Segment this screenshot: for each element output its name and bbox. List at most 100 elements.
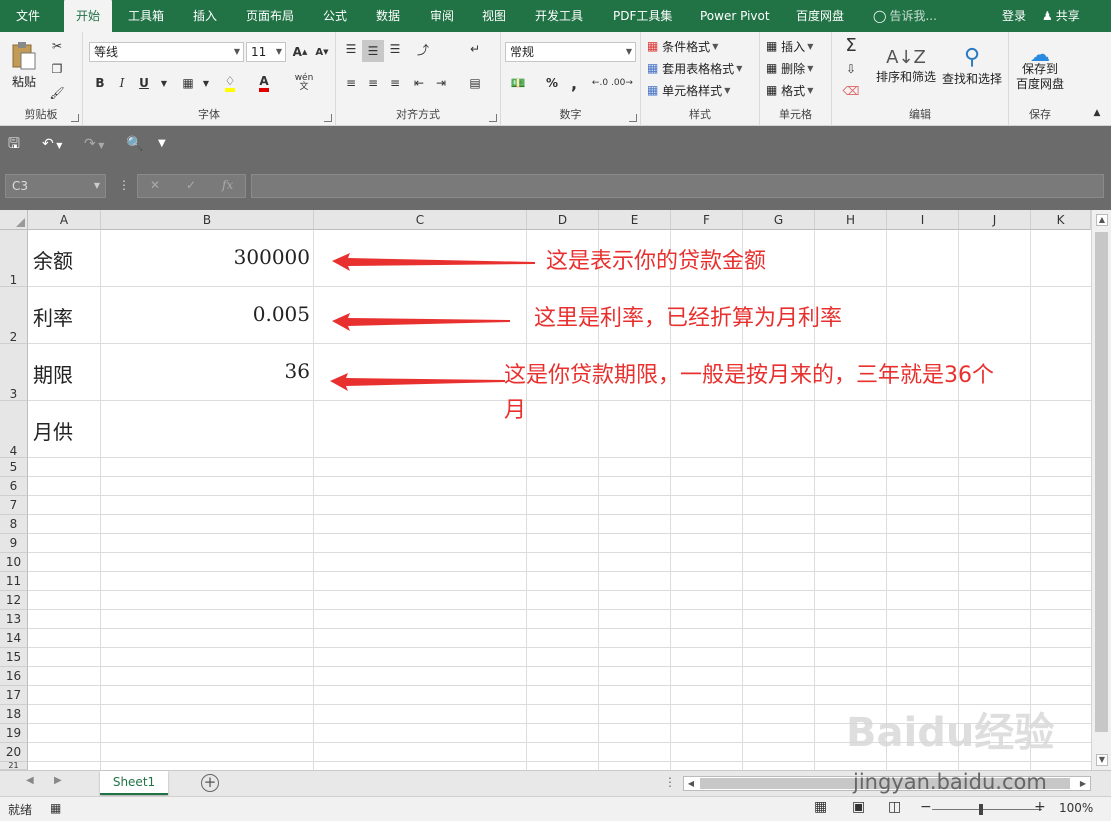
row-header-21[interactable]: 21 bbox=[0, 762, 28, 770]
tab-file[interactable]: 文件 bbox=[16, 0, 40, 32]
comma-button[interactable]: , bbox=[563, 72, 585, 94]
column-header-a[interactable]: A bbox=[28, 210, 101, 230]
row-header-3[interactable]: 3 bbox=[0, 344, 28, 401]
tell-me-search[interactable]: ◯ 告诉我... bbox=[873, 0, 937, 32]
row-header-15[interactable]: 15 bbox=[0, 648, 28, 667]
format-painter-icon[interactable]: 🖌 bbox=[46, 82, 68, 104]
row-header-1[interactable]: 1 bbox=[0, 230, 28, 287]
tab-home[interactable]: 开始 bbox=[64, 0, 113, 32]
tab-insert[interactable]: 插入 bbox=[193, 0, 217, 32]
tab-data[interactable]: 数据 bbox=[376, 0, 400, 32]
copy-icon[interactable]: ❐ bbox=[46, 58, 68, 80]
insert-function-icon[interactable]: fx bbox=[222, 178, 233, 192]
vertical-scroll-thumb[interactable] bbox=[1095, 232, 1108, 732]
align-top-icon[interactable]: ☰ bbox=[340, 38, 362, 60]
row-header-8[interactable]: 8 bbox=[0, 515, 28, 534]
cell-a2[interactable]: 利率 bbox=[33, 302, 73, 331]
customize-qat-icon[interactable]: ▼ bbox=[158, 126, 166, 162]
row-header-18[interactable]: 18 bbox=[0, 705, 28, 724]
format-as-table-button[interactable]: ▦ 套用表格格式 ▼ bbox=[647, 58, 742, 78]
scroll-up-icon[interactable]: ▲ bbox=[1096, 214, 1108, 226]
zoom-slider[interactable] bbox=[932, 809, 1042, 810]
italic-button[interactable]: I bbox=[111, 72, 133, 94]
cell-b2[interactable]: 0.005 bbox=[104, 302, 310, 326]
prev-sheet-icon[interactable]: ◀ bbox=[26, 775, 34, 786]
next-sheet-icon[interactable]: ▶ bbox=[54, 775, 62, 786]
autosum-icon[interactable]: Σ bbox=[840, 34, 862, 56]
column-header-b[interactable]: B bbox=[101, 210, 314, 230]
cell-a1[interactable]: 余额 bbox=[33, 245, 73, 274]
login-button[interactable]: 登录 bbox=[1002, 0, 1026, 32]
share-button[interactable]: ♟ 共享 bbox=[1042, 0, 1080, 32]
align-right-icon[interactable]: ≡ bbox=[384, 72, 406, 94]
align-left-icon[interactable]: ≡ bbox=[340, 72, 362, 94]
font-color-icon[interactable]: A bbox=[253, 72, 275, 94]
column-header-c[interactable]: C bbox=[314, 210, 527, 230]
row-header-9[interactable]: 9 bbox=[0, 534, 28, 553]
bold-button[interactable]: B bbox=[89, 72, 111, 94]
increase-indent-icon[interactable]: ⇥ bbox=[430, 72, 452, 94]
phonetic-icon[interactable]: wén 文 bbox=[293, 72, 315, 94]
page-break-view-icon[interactable]: ◫ bbox=[888, 799, 901, 815]
cut-icon[interactable]: ✂ bbox=[46, 35, 68, 57]
scroll-right-icon[interactable]: ▶ bbox=[1076, 777, 1090, 790]
select-all-button[interactable] bbox=[0, 210, 28, 230]
column-header-f[interactable]: F bbox=[671, 210, 743, 230]
zoom-slider-thumb[interactable] bbox=[979, 804, 983, 815]
more-options-icon[interactable]: ⋮ bbox=[118, 178, 130, 192]
scroll-left-icon[interactable]: ◀ bbox=[684, 777, 698, 790]
tab-toolbox[interactable]: 工具箱 bbox=[128, 0, 164, 32]
fill-icon[interactable]: ⇩ bbox=[840, 58, 862, 80]
zoom-out-icon[interactable]: − bbox=[920, 799, 932, 815]
find-select-button[interactable]: ⚲ 查找和选择 bbox=[940, 36, 1004, 96]
row-header-12[interactable]: 12 bbox=[0, 591, 28, 610]
increase-font-icon[interactable]: A ▲ bbox=[289, 41, 311, 63]
decrease-decimal-icon[interactable]: .00→ bbox=[611, 72, 633, 94]
row-header-17[interactable]: 17 bbox=[0, 686, 28, 705]
format-cells-button[interactable]: ▦ 格式 ▼ bbox=[766, 80, 813, 100]
row-header-19[interactable]: 19 bbox=[0, 724, 28, 743]
normal-view-icon[interactable]: ▦ bbox=[814, 799, 827, 815]
page-layout-view-icon[interactable]: ▣ bbox=[852, 799, 865, 815]
align-center-icon[interactable]: ≡ bbox=[362, 72, 384, 94]
collapse-ribbon-icon[interactable]: ▲ bbox=[1086, 102, 1108, 124]
delete-cells-button[interactable]: ▦ 删除 ▼ bbox=[766, 58, 813, 78]
cell-a4[interactable]: 月供 bbox=[33, 416, 73, 445]
cell-b1[interactable]: 300000 bbox=[104, 245, 310, 269]
enter-icon[interactable]: ✓ bbox=[186, 178, 196, 192]
font-launcher-icon[interactable] bbox=[324, 114, 332, 122]
row-header-11[interactable]: 11 bbox=[0, 572, 28, 591]
underline-chevron-icon[interactable]: ▼ bbox=[153, 72, 175, 94]
row-header-4[interactable]: 4 bbox=[0, 401, 28, 458]
alignment-launcher-icon[interactable] bbox=[489, 114, 497, 122]
clear-icon[interactable]: ⌫ bbox=[840, 80, 862, 102]
cancel-icon[interactable]: ✕ bbox=[150, 178, 160, 192]
tab-splitter-icon[interactable]: ⋮ bbox=[664, 775, 676, 789]
column-header-k[interactable]: K bbox=[1031, 210, 1091, 230]
increase-decimal-icon[interactable]: ←.0 bbox=[589, 72, 611, 94]
merge-center-icon[interactable]: ▤ bbox=[464, 72, 486, 94]
underline-button[interactable]: U bbox=[133, 72, 155, 94]
cell-styles-button[interactable]: ▦ 单元格样式 ▼ bbox=[647, 80, 730, 100]
row-header-5[interactable]: 5 bbox=[0, 458, 28, 477]
tab-formulas[interactable]: 公式 bbox=[323, 0, 347, 32]
tab-baidu-netdisk[interactable]: 百度网盘 bbox=[796, 0, 844, 32]
redo-icon[interactable]: ↷ ▼ bbox=[84, 126, 104, 162]
sheet-tab-sheet1[interactable]: Sheet1 bbox=[100, 771, 168, 795]
row-header-10[interactable]: 10 bbox=[0, 553, 28, 572]
currency-icon[interactable]: 💵 bbox=[507, 72, 529, 94]
cell-b3[interactable]: 36 bbox=[104, 359, 310, 383]
row-header-6[interactable]: 6 bbox=[0, 477, 28, 496]
save-to-netdisk-button[interactable]: ☁ 保存到 百度网盘 bbox=[1011, 36, 1069, 102]
zoom-level[interactable]: 100% bbox=[1059, 801, 1093, 815]
clipboard-launcher-icon[interactable] bbox=[71, 114, 79, 122]
save-icon[interactable]: 🖫 bbox=[8, 126, 20, 162]
tab-developer[interactable]: 开发工具 bbox=[535, 0, 583, 32]
undo-icon[interactable]: ↶ ▼ bbox=[42, 126, 62, 162]
border-chevron-icon[interactable]: ▼ bbox=[195, 72, 217, 94]
conditional-format-button[interactable]: ▦ 条件格式 ▼ bbox=[647, 36, 718, 56]
name-box[interactable]: C3 ▼ bbox=[5, 174, 106, 198]
row-header-13[interactable]: 13 bbox=[0, 610, 28, 629]
macro-record-icon[interactable]: ▦ bbox=[50, 801, 61, 815]
row-header-20[interactable]: 20 bbox=[0, 743, 28, 762]
